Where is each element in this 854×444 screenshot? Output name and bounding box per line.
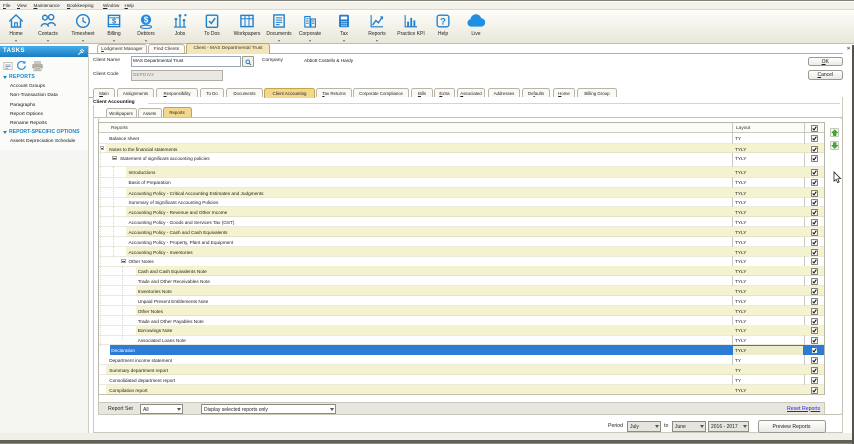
svg-text:?: ?: [440, 16, 446, 27]
svg-text:$: $: [112, 16, 116, 25]
svg-text:$: $: [144, 15, 149, 24]
